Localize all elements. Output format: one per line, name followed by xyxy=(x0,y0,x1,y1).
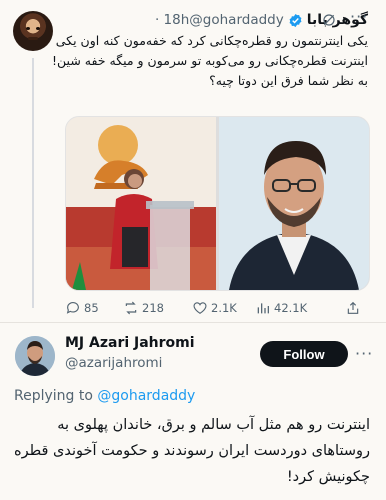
reply-avatar-photo xyxy=(15,336,55,376)
avatar-mustache xyxy=(28,37,38,40)
follow-button[interactable]: Follow xyxy=(260,341,348,367)
thread-line xyxy=(32,58,34,308)
avatar-eye xyxy=(36,27,40,30)
portrait-photo xyxy=(219,117,369,290)
replying-prefix: Replying to xyxy=(14,388,93,404)
tweet-actions: 85 218 2.1K 42.1K xyxy=(65,300,365,318)
reply-action[interactable]: 85 xyxy=(65,300,99,316)
tweet-text: یکی اینترنتمون رو قطره‌چکانی کرد که خفه‌… xyxy=(52,33,368,88)
tweet-time[interactable]: · 18h xyxy=(155,12,189,28)
reply-text: اینترنت رو هم مثل آب سالم و برق، خاندان … xyxy=(14,417,370,485)
more-icon[interactable]: ··· xyxy=(350,9,370,28)
reply-icon xyxy=(66,302,79,314)
share-icon xyxy=(347,301,359,314)
views-count: 42.1K xyxy=(274,301,308,315)
like-count: 2.1K xyxy=(211,301,237,315)
verified-badge-icon xyxy=(289,13,302,27)
reply-more-icon[interactable]: ··· xyxy=(355,344,373,363)
avatar-eye xyxy=(26,27,30,30)
replying-to: Replying to @gohardaddy xyxy=(14,388,195,404)
author-handle[interactable]: @gohardaddy xyxy=(189,12,283,28)
repost-action[interactable]: 218 xyxy=(123,300,164,316)
heart-icon xyxy=(193,302,207,315)
like-action[interactable]: 2.1K xyxy=(192,300,237,316)
media-image-portrait[interactable] xyxy=(219,117,369,290)
reply-author-name[interactable]: MJ Azari Jahromi xyxy=(65,335,195,351)
reply-author-handle[interactable]: @azarijahromi xyxy=(65,355,162,371)
grok-icon[interactable] xyxy=(321,12,337,28)
reply-count: 85 xyxy=(84,301,99,315)
replying-handle-link[interactable]: @gohardaddy xyxy=(97,388,195,404)
tweet-divider xyxy=(0,322,386,323)
speaker-photo xyxy=(66,117,216,290)
tweet-media[interactable] xyxy=(65,116,370,291)
reply-author-avatar[interactable] xyxy=(15,336,55,376)
views-action[interactable]: 42.1K xyxy=(255,300,307,316)
repost-count: 218 xyxy=(142,301,164,315)
media-image-speaker[interactable] xyxy=(66,117,216,290)
repost-icon xyxy=(125,301,137,315)
author-avatar[interactable] xyxy=(13,11,53,51)
views-icon xyxy=(257,303,269,314)
share-action[interactable] xyxy=(345,300,361,316)
